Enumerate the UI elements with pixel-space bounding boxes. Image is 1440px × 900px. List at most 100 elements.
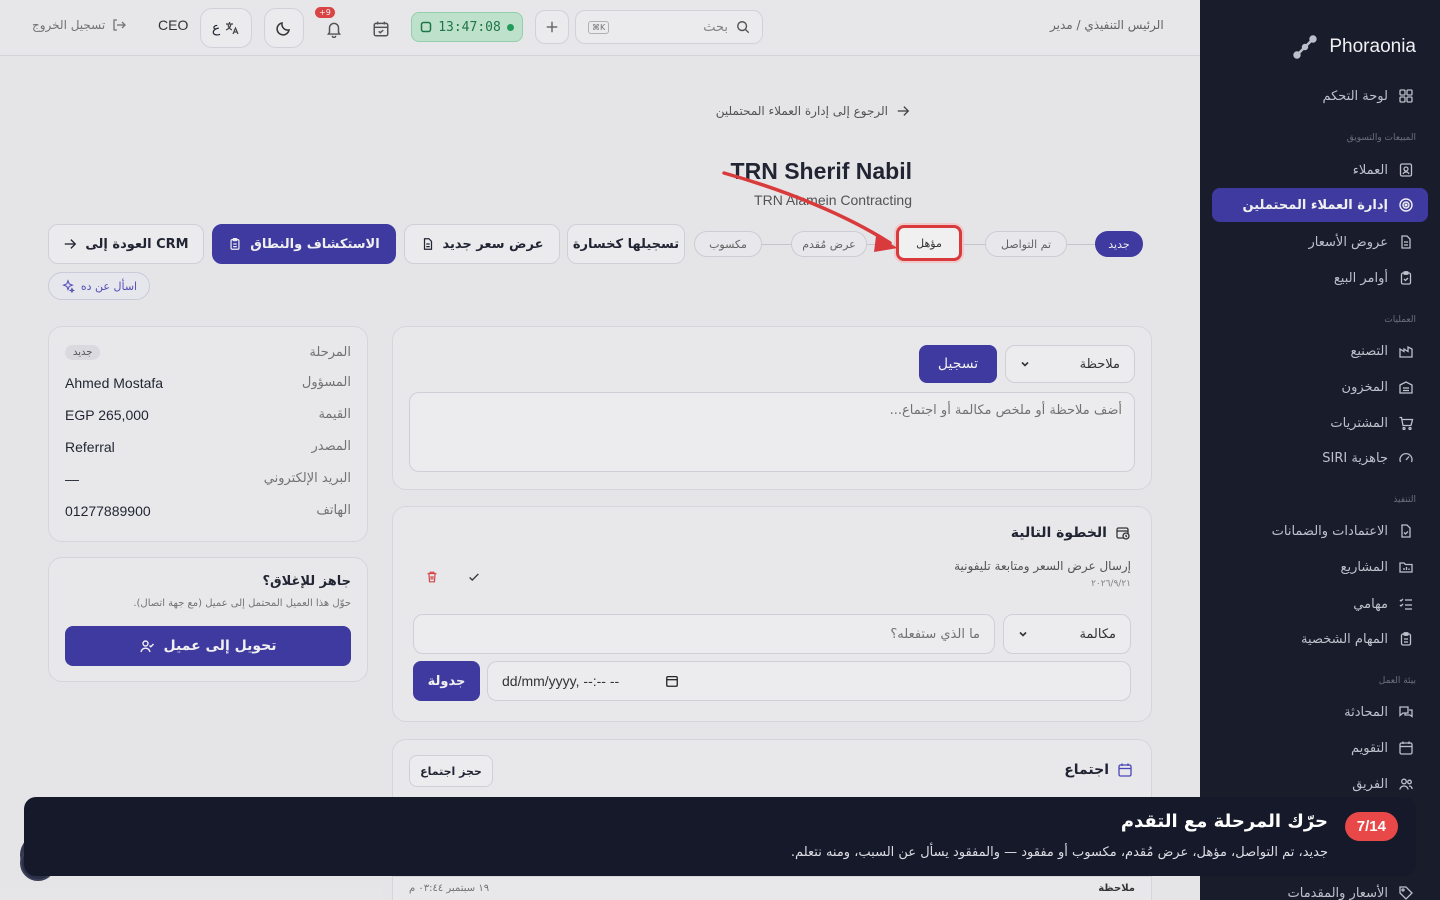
back-to-crm-button[interactable]: العودة إلى CRM xyxy=(48,224,204,264)
user-role[interactable]: CEO xyxy=(158,17,188,33)
sidebar-item-label: جاهزية SIRI xyxy=(1322,450,1388,466)
brand[interactable]: Phoraonia xyxy=(1200,0,1440,72)
add-button[interactable] xyxy=(535,10,569,44)
sidebar-item-label: التصنيع xyxy=(1350,343,1388,359)
step-description-input[interactable]: ما الذي ستفعله؟ xyxy=(413,614,995,654)
info-row: Referral المصدر xyxy=(65,439,351,455)
calendar-button[interactable] xyxy=(366,14,396,44)
stage-contacted[interactable]: تم التواصل xyxy=(985,231,1067,257)
activity-log-date: ١٩ سبتمبر ٠٣:٤٤ م xyxy=(409,883,490,894)
sidebar-item-personal-tasks[interactable]: المهام الشخصية xyxy=(1212,622,1428,656)
sidebar-item-siri[interactable]: جاهزية SIRI xyxy=(1212,441,1428,475)
sidebar-item-leads[interactable]: إدارة العملاء المحتملين xyxy=(1212,188,1428,222)
meeting-title: اجتماع xyxy=(1064,762,1109,778)
trash-icon xyxy=(427,571,437,583)
sidebar-item-purchases[interactable]: المشتريات xyxy=(1212,406,1428,440)
close-card-desc: حوّل هذا العميل المحتمل إلى عميل (مع جهة… xyxy=(133,598,351,609)
ready-to-close-card: جاهز للإغلاق؟ حوّل هذا العميل المحتمل إل… xyxy=(48,557,368,682)
note-textarea[interactable]: أضف ملاحظة أو ملخص مكالمة أو اجتماع... xyxy=(409,392,1135,472)
next-step-task: إرسال عرض السعر ومتابعة تليفونية xyxy=(954,559,1131,573)
sidebar-item-inventory[interactable]: المخزون xyxy=(1212,370,1428,404)
language-toggle-button[interactable]: ع xyxy=(200,8,252,48)
contact-card-icon xyxy=(1399,163,1413,177)
stage-chip: جديد xyxy=(65,345,101,360)
sidebar-item-label: التقويم xyxy=(1350,740,1388,756)
sidebar-item-chat[interactable]: المحادثة xyxy=(1212,695,1428,729)
sidebar-item-approvals[interactable]: الاعتمادات والضمانات xyxy=(1212,514,1428,548)
search-shortcut: K⌘ xyxy=(588,20,610,34)
logout-button[interactable]: تسجيل الخروج xyxy=(32,17,127,33)
discovery-label: الاستكشاف والنطاق xyxy=(250,236,380,252)
back-to-leads-link[interactable]: الرجوع إلى إدارة العملاء المحتملين xyxy=(716,104,910,118)
log-activity-button[interactable]: تسجيل xyxy=(919,345,997,383)
back-to-crm-label: العودة إلى CRM xyxy=(85,236,189,252)
new-quote-label: عرض سعر جديد xyxy=(442,236,544,252)
activity-type-select[interactable]: ملاحظة xyxy=(1005,345,1135,383)
step-type-select[interactable]: مكالمة xyxy=(1003,614,1131,654)
back-link-label: الرجوع إلى إدارة العملاء المحتملين xyxy=(715,104,888,118)
list-check-icon xyxy=(1399,598,1412,610)
sidebar-item-team[interactable]: الفريق xyxy=(1212,767,1428,801)
sidebar-item-calendar[interactable]: التقويم xyxy=(1212,731,1428,765)
document-icon xyxy=(1401,235,1411,249)
translate-icon xyxy=(225,22,239,35)
tag-icon xyxy=(1399,886,1413,900)
stage-new[interactable]: جديد xyxy=(1095,231,1143,257)
moon-icon xyxy=(276,22,290,36)
brand-name: Phoraonia xyxy=(1329,36,1416,57)
arrow-right-icon xyxy=(65,239,77,249)
info-row: EGP 265,000 القيمة xyxy=(65,407,351,423)
sidebar-item-my-tasks[interactable]: مهامي xyxy=(1212,587,1428,621)
clock-timer[interactable]: 13:47:08 xyxy=(411,12,523,42)
complete-step-button[interactable] xyxy=(467,569,481,588)
sidebar-item-customers[interactable]: العملاء xyxy=(1212,153,1428,187)
calendar-icon xyxy=(1399,741,1413,755)
sidebar-item-sales-orders[interactable]: أوامر البيع xyxy=(1212,261,1428,295)
activity-type-value: ملاحظة xyxy=(1079,356,1120,372)
close-card-title: جاهز للإغلاق؟ xyxy=(262,574,351,589)
ask-about-this-button[interactable]: اسأل عن ده xyxy=(48,272,150,300)
stage-qualified[interactable]: مؤهل xyxy=(896,225,962,261)
info-value: 01277889900 xyxy=(65,503,151,519)
sparkles-icon xyxy=(62,279,75,293)
calendar-plus-icon xyxy=(1118,763,1132,777)
brand-logo-icon xyxy=(1293,35,1318,59)
ask-label: اسأل عن ده xyxy=(80,279,138,293)
search-input[interactable]: بحث K⌘ xyxy=(575,10,763,44)
sidebar-item-label: الأسعار والمقدمات xyxy=(1287,885,1389,900)
search-icon xyxy=(737,21,750,34)
book-meeting-button[interactable]: حجز اجتماع xyxy=(409,755,493,787)
chevron-down-icon xyxy=(1019,631,1027,637)
next-step-title: الخطوة التالية xyxy=(1010,525,1107,541)
section-ops: العمليات xyxy=(1384,315,1416,325)
discovery-scope-button[interactable]: الاستكشاف والنطاق xyxy=(212,224,396,264)
calendar-icon xyxy=(666,675,679,687)
schedule-button[interactable]: جدولة xyxy=(413,661,480,701)
sidebar-item-label: إدارة العملاء المحتملين xyxy=(1242,197,1388,213)
convert-to-customer-button[interactable]: تحويل إلى عميل xyxy=(65,626,351,666)
next-step-header: الخطوة التالية xyxy=(1011,525,1131,541)
sidebar-item-quotes[interactable]: عروض الأسعار xyxy=(1212,225,1428,259)
plus-icon xyxy=(546,21,558,33)
users-icon xyxy=(1399,778,1413,790)
theme-toggle-button[interactable] xyxy=(264,8,304,48)
notifications-button[interactable]: +9 xyxy=(315,7,349,44)
sidebar-item-label: الاعتمادات والضمانات xyxy=(1271,523,1388,539)
stop-square-icon xyxy=(420,21,432,33)
document-icon xyxy=(423,238,432,250)
new-quote-button[interactable]: عرض سعر جديد xyxy=(404,224,560,264)
sidebar-item-projects[interactable]: المشاريع xyxy=(1212,550,1428,584)
section-work: بيئة العمل xyxy=(1378,676,1416,686)
sidebar-item-label: المشتريات xyxy=(1330,415,1388,431)
sidebar-item-dashboard[interactable]: لوحة التحكم xyxy=(1212,79,1428,113)
file-check-icon xyxy=(1401,524,1411,538)
stage-connector xyxy=(962,244,986,245)
record-loss-button[interactable]: تسجيلها كخسارة xyxy=(567,224,685,264)
clipboard-icon xyxy=(1400,632,1412,646)
tour-title: حرّك المرحلة مع التقدم xyxy=(1120,811,1328,832)
sidebar-item-manufacturing[interactable]: التصنيع xyxy=(1212,334,1428,368)
user-check-icon xyxy=(140,640,155,653)
step-datetime-input[interactable]: dd/mm/yyyy, --:-- -- xyxy=(487,661,1131,701)
sidebar-item-pricing[interactable]: الأسعار والمقدمات xyxy=(1212,876,1428,900)
delete-step-button[interactable] xyxy=(425,569,439,588)
